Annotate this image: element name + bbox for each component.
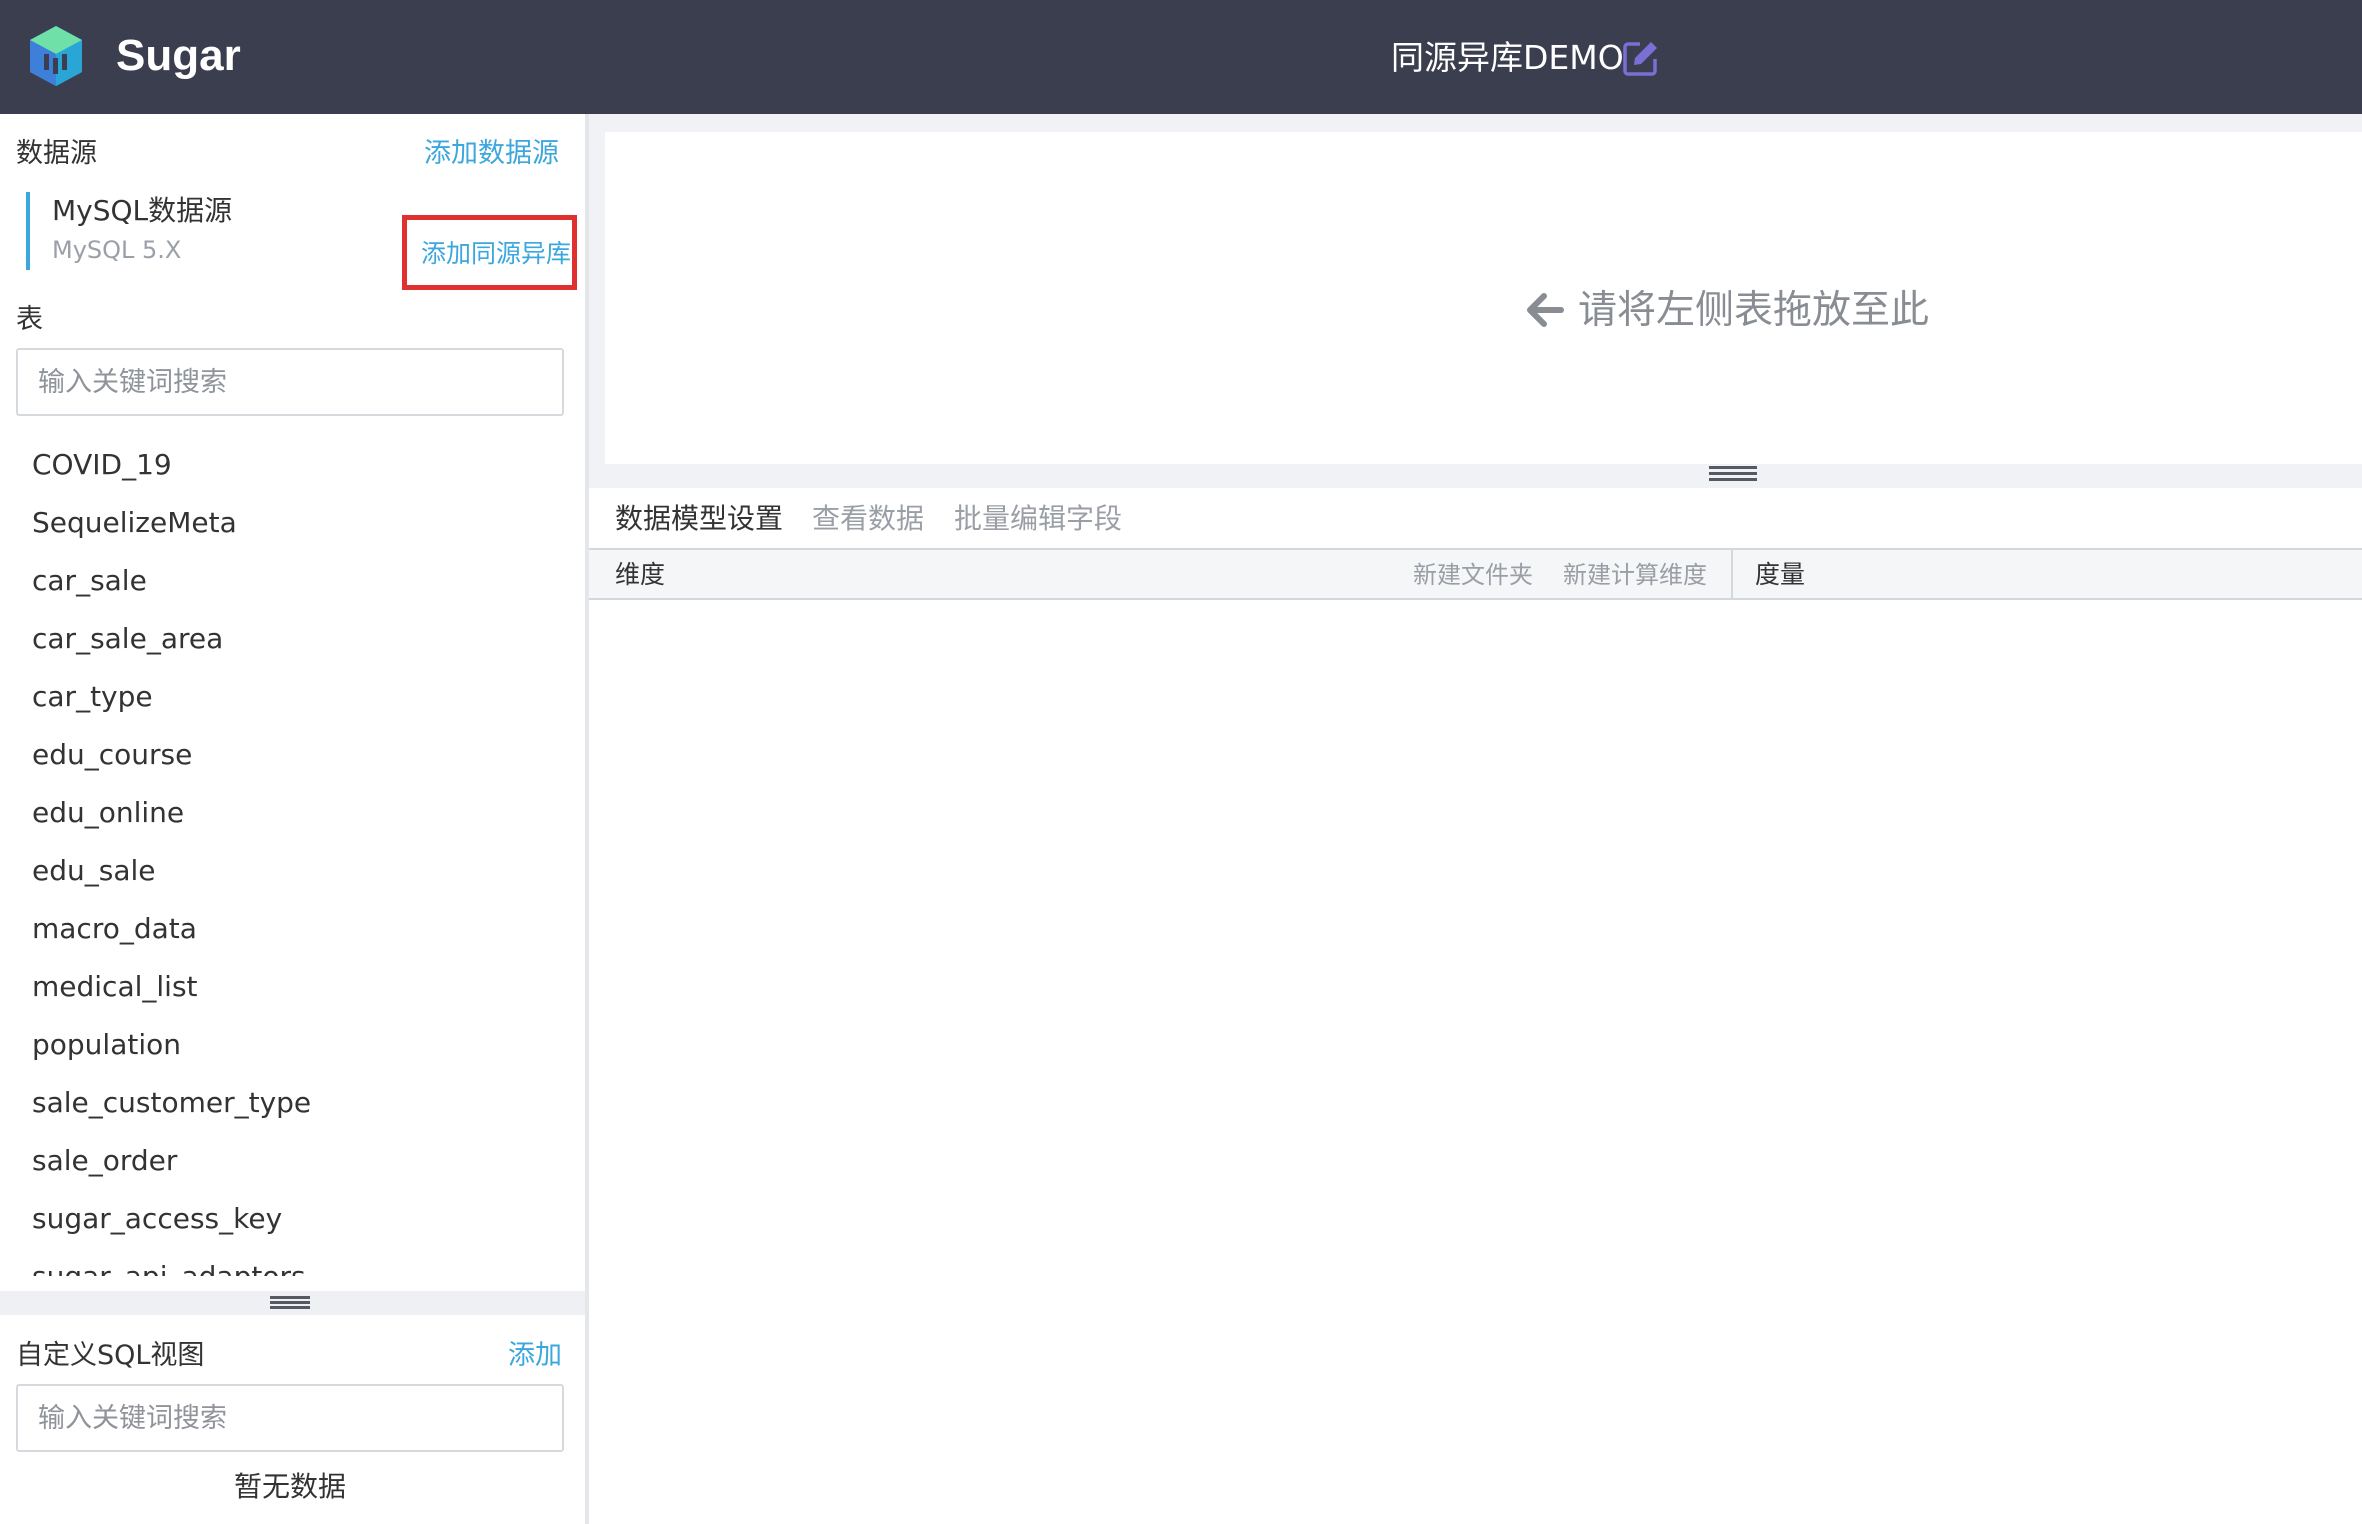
datasource-item[interactable]: MySQL数据源 MySQL 5.X: [26, 192, 396, 270]
tab-batch-edit-fields[interactable]: 批量编辑字段: [954, 500, 1122, 538]
datasource-version: MySQL 5.X: [52, 236, 182, 264]
field-header: 维度 新建文件夹 新建计算维度 度量: [589, 550, 2362, 600]
table-list-item[interactable]: macro_data: [0, 900, 585, 958]
table-list-item[interactable]: sale_order: [0, 1132, 585, 1190]
add-datasource-link[interactable]: 添加数据源: [424, 136, 559, 172]
table-list-item[interactable]: sale_customer_type: [0, 1074, 585, 1132]
add-custom-sql-link[interactable]: 添加: [508, 1338, 562, 1374]
table-search-input[interactable]: [16, 348, 564, 416]
table-list-item[interactable]: sugar_api_adaptors: [0, 1248, 585, 1276]
custom-sql-section-label: 自定义SQL视图: [16, 1340, 205, 1371]
table-list-item[interactable]: SequelizeMeta: [0, 494, 585, 552]
drop-zone-splitter[interactable]: [1709, 464, 1757, 488]
model-tab-bar: 数据模型设置 查看数据 批量编辑字段: [589, 488, 2362, 550]
table-list-item[interactable]: COVID_19: [0, 436, 585, 494]
edit-icon[interactable]: [1622, 39, 1660, 77]
new-folder-button[interactable]: 新建文件夹: [1413, 558, 1533, 592]
new-calc-dimension-button[interactable]: 新建计算维度: [1563, 558, 1707, 592]
tab-view-data[interactable]: 查看数据: [812, 500, 924, 538]
drag-handle-icon: [1709, 466, 1757, 481]
table-list: COVID_19 SequelizeMeta car_sale car_sale_ar…: [0, 436, 585, 1276]
custom-sql-empty-text: 暂无数据: [233, 1470, 346, 1503]
left-panel-splitter[interactable]: [0, 1291, 585, 1315]
drop-hint-text: 请将左侧表拖放至此: [1578, 288, 1930, 333]
page-title: 同源异库DEMO: [1391, 38, 1624, 77]
add-same-source-db-button[interactable]: 添加同源异库: [402, 215, 577, 290]
sugar-logo-icon[interactable]: [26, 24, 86, 88]
table-list-item[interactable]: edu_course: [0, 726, 585, 784]
table-drop-zone[interactable]: [605, 132, 2362, 464]
add-same-source-db-label: 添加同源异库: [421, 239, 572, 268]
table-list-item[interactable]: sugar_access_key: [0, 1190, 585, 1248]
tables-section-label: 表: [16, 304, 43, 335]
datasource-section-label: 数据源: [16, 138, 97, 169]
measure-label: 度量: [1755, 560, 1806, 589]
dimension-label: 维度: [615, 560, 666, 589]
custom-sql-search-input[interactable]: [16, 1384, 564, 1452]
table-list-item[interactable]: edu_online: [0, 784, 585, 842]
brand-name: Sugar: [116, 31, 241, 80]
arrow-left-icon: [1527, 293, 1564, 327]
table-list-item[interactable]: population: [0, 1016, 585, 1074]
table-list-item[interactable]: car_type: [0, 668, 585, 726]
datasource-name: MySQL数据源: [52, 194, 233, 227]
table-list-item[interactable]: edu_sale: [0, 842, 585, 900]
field-header-divider: [1731, 550, 1733, 598]
table-list-item[interactable]: car_sale: [0, 552, 585, 610]
drag-handle-icon: [270, 1296, 310, 1310]
top-header: Sugar 同源异库DEMO: [0, 0, 2362, 114]
table-list-item[interactable]: medical_list: [0, 958, 585, 1016]
table-list-item[interactable]: car_sale_area: [0, 610, 585, 668]
tab-model-settings[interactable]: 数据模型设置: [615, 500, 783, 538]
